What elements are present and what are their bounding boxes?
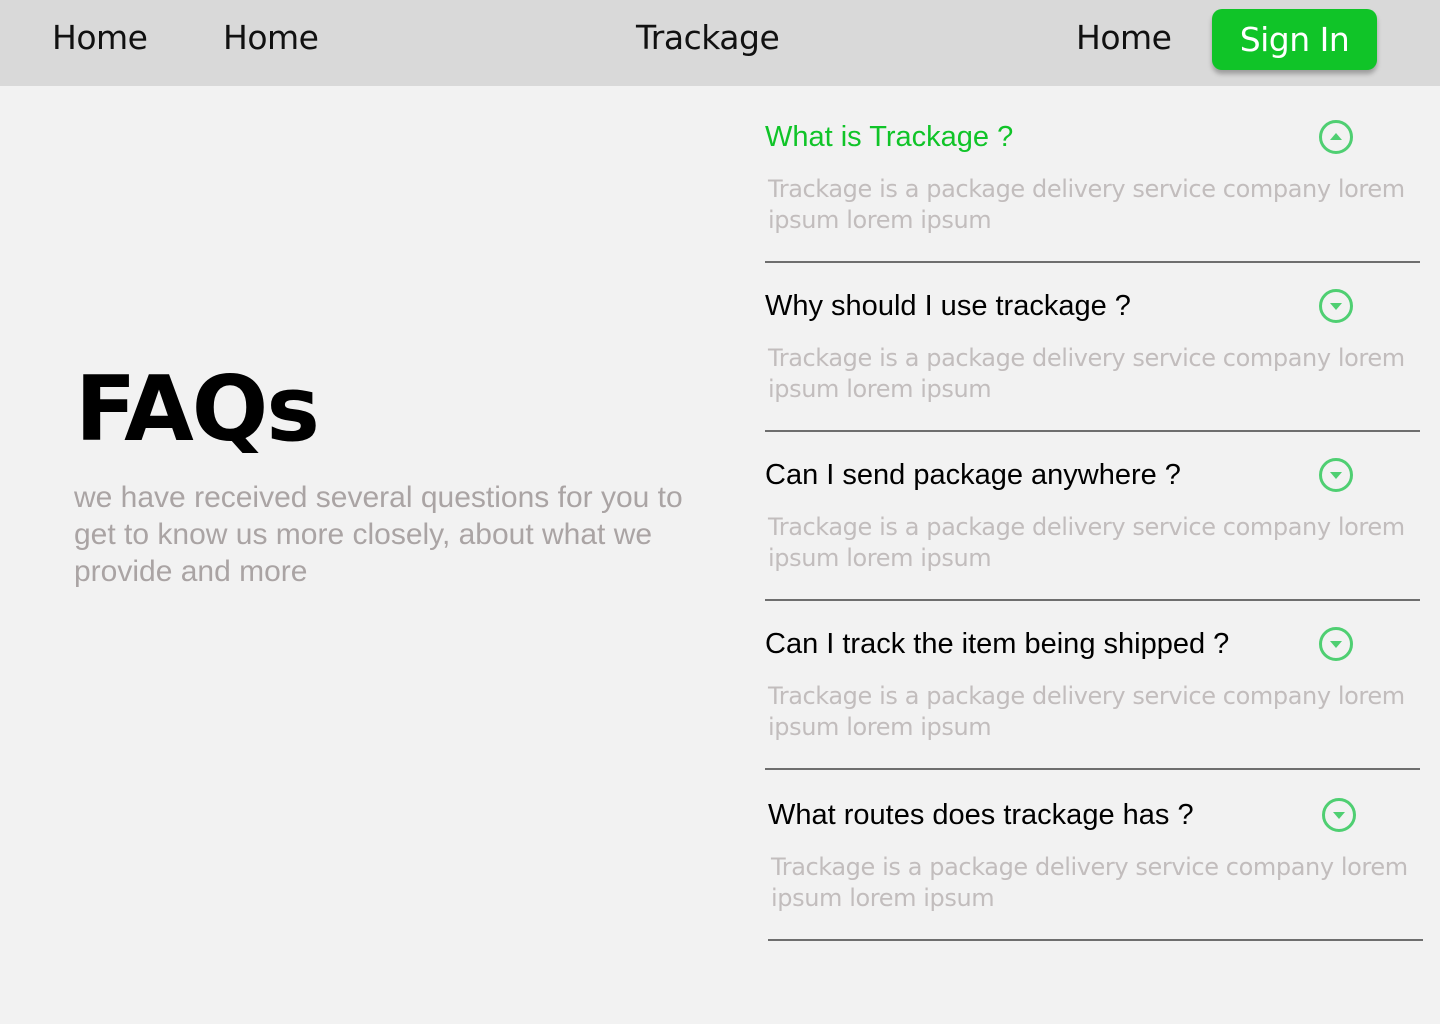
faq-answer: Trackage is a package delivery service c… (768, 344, 1405, 403)
top-navbar: Home Home Trackage Home Sign In (0, 0, 1440, 86)
faq-answer: Trackage is a package delivery service c… (768, 513, 1405, 572)
faq-question[interactable]: What routes does trackage has ? (768, 795, 1194, 835)
faq-divider (765, 599, 1420, 601)
page-subtitle: we have received several questions for y… (74, 481, 683, 588)
faq-divider (765, 430, 1420, 432)
faq-question[interactable]: What is Trackage ? (765, 117, 1013, 157)
nav-link-home[interactable]: Home (52, 18, 148, 58)
chevron-down-circle-icon[interactable] (1322, 798, 1356, 832)
faq-divider (768, 939, 1423, 941)
faq-item: Why should I use trackage ? Trackage is … (765, 286, 1420, 456)
nav-link-home[interactable]: Home (223, 18, 319, 58)
faq-question[interactable]: Can I track the item being shipped ? (765, 624, 1229, 664)
faq-item: Can I send package anywhere ? Trackage i… (765, 455, 1420, 625)
faq-divider (765, 261, 1420, 263)
chevron-down-circle-icon[interactable] (1319, 458, 1353, 492)
faq-question[interactable]: Why should I use trackage ? (765, 286, 1131, 326)
page-title: FAQs (75, 357, 320, 462)
chevron-down-circle-icon[interactable] (1319, 289, 1353, 323)
chevron-down-circle-icon[interactable] (1319, 627, 1353, 661)
faq-answer: Trackage is a package delivery service c… (771, 853, 1408, 912)
sign-in-button[interactable]: Sign In (1212, 9, 1377, 70)
faq-item: Can I track the item being shipped ? Tra… (765, 624, 1420, 794)
faq-answer: Trackage is a package delivery service c… (768, 682, 1405, 741)
faq-item: What is Trackage ? Trackage is a package… (765, 117, 1420, 287)
faq-answer: Trackage is a package delivery service c… (768, 175, 1405, 234)
faq-question[interactable]: Can I send package anywhere ? (765, 455, 1181, 495)
nav-link-home[interactable]: Home (1076, 18, 1172, 58)
faq-item: What routes does trackage has ? Trackage… (768, 795, 1423, 965)
faq-divider (765, 768, 1420, 770)
chevron-up-circle-icon[interactable] (1319, 120, 1353, 154)
brand-logo-text[interactable]: Trackage (636, 18, 780, 58)
